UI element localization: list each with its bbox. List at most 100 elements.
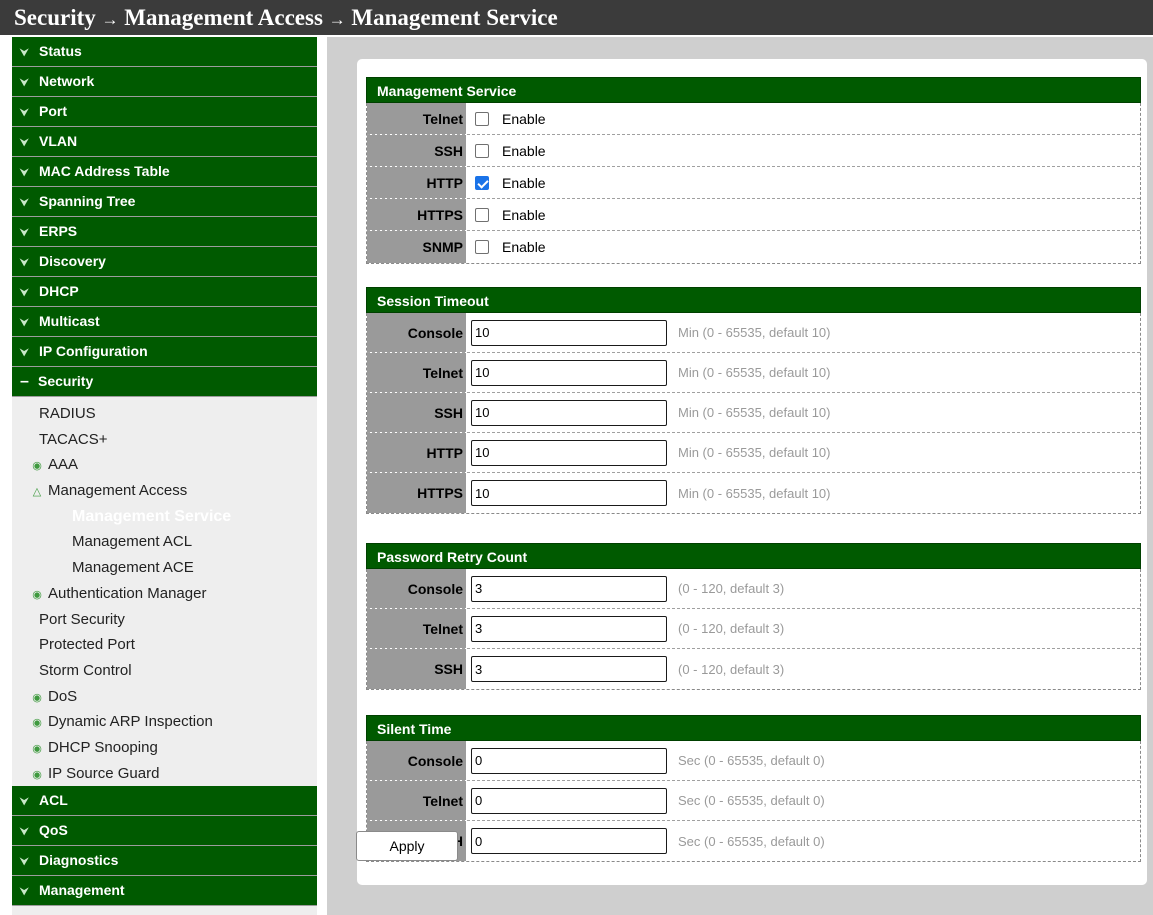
sidebar-subitem-authentication-manager[interactable]: ◉ Authentication Manager xyxy=(12,581,317,607)
row-label: Telnet xyxy=(367,353,466,392)
sidebar-subitem-radius[interactable]: RADIUS xyxy=(12,401,317,427)
password-retry-section: Password Retry Count Console (0 - 120, d… xyxy=(366,543,1141,690)
expand-circle-icon: ◉ xyxy=(32,691,42,704)
row-label: SSH xyxy=(367,393,466,432)
collapse-circle-icon: △ xyxy=(32,486,42,499)
sidebar-item-ip-configuration[interactable]: ⮟ IP Configuration xyxy=(12,337,317,367)
section-title: Password Retry Count xyxy=(366,543,1141,569)
sidebar-subitem-management-service[interactable]: Management Service xyxy=(12,504,317,530)
expand-circle-icon: ◉ xyxy=(32,460,42,473)
ssh-retry-row: SSH (0 - 120, default 3) xyxy=(367,649,1140,689)
breadcrumb-security[interactable]: Security xyxy=(14,5,96,30)
chevron-down-icon: ⮟ xyxy=(20,108,29,119)
sidebar-item-management[interactable]: ⮟ Management xyxy=(12,876,317,907)
sidebar-item-status[interactable]: ⮟ Status xyxy=(12,37,317,67)
checkbox-label: Enable xyxy=(502,206,546,223)
sidebar-subitem-aaa[interactable]: ◉ AAA xyxy=(12,452,317,478)
console-silent-input[interactable] xyxy=(471,747,667,774)
chevron-down-icon: ⮟ xyxy=(20,857,29,869)
telnet-enable-checkbox[interactable] xyxy=(475,111,489,126)
sidebar-item-spanning-tree[interactable]: ⮟ Spanning Tree xyxy=(12,187,317,217)
breadcrumb-management-access[interactable]: Management Access xyxy=(124,5,323,30)
expand-circle-icon: ◉ xyxy=(32,588,42,601)
console-timeout-row: Console Min (0 - 65535, default 10) xyxy=(367,313,1140,353)
breadcrumb-arrow-icon: → xyxy=(328,10,346,29)
sidebar-item-discovery[interactable]: ⮟ Discovery xyxy=(12,247,317,277)
chevron-down-icon: ⮟ xyxy=(20,78,29,89)
https-timeout-input[interactable] xyxy=(471,480,667,506)
console-timeout-input[interactable] xyxy=(471,319,667,346)
security-submenu: RADIUS TACACS+ ◉ AAA △ Management Access M… xyxy=(12,397,317,786)
settings-panel: Management Service Telnet Enable SSH Ena… xyxy=(357,59,1147,885)
ssh-service-row: SSH Enable xyxy=(367,135,1140,167)
range-hint: Min (0 - 65535, default 10) xyxy=(678,325,831,340)
chevron-down-icon: ⮟ xyxy=(20,827,29,839)
range-hint: Min (0 - 65535, default 10) xyxy=(678,365,831,380)
section-title: Silent Time xyxy=(366,715,1141,741)
row-label: Telnet xyxy=(367,781,466,820)
sidebar: ⮟ Status ⮟ Network ⮟ Port ⮟ VLAN ⮟ MAC Addres… xyxy=(12,37,317,915)
sidebar-subitem-dhcp-snooping[interactable]: ◉ DHCP Snooping xyxy=(12,735,317,761)
sidebar-subitem-management-acl[interactable]: Management ACL xyxy=(12,529,317,555)
https-enable-checkbox[interactable] xyxy=(475,207,489,222)
ssh-timeout-input[interactable] xyxy=(471,399,667,426)
row-label: SSH xyxy=(367,649,466,689)
row-label: SNMP xyxy=(367,231,466,263)
sidebar-item-vlan[interactable]: ⮟ VLAN xyxy=(12,127,317,157)
section-title: Management Service xyxy=(366,77,1141,103)
row-label: Console xyxy=(367,741,466,780)
chevron-down-icon: ⮟ xyxy=(20,48,29,59)
telnet-retry-input[interactable] xyxy=(471,615,667,642)
ssh-timeout-row: SSH Min (0 - 65535, default 10) xyxy=(367,393,1140,433)
snmp-enable-checkbox[interactable] xyxy=(475,240,489,254)
chevron-down-icon: ⮟ xyxy=(20,318,29,329)
http-timeout-input[interactable] xyxy=(471,439,667,466)
sidebar-subitem-port-security[interactable]: Port Security xyxy=(12,607,317,633)
chevron-down-icon: ⮟ xyxy=(20,198,29,209)
sidebar-subitem-protected-port[interactable]: Protected Port xyxy=(12,632,317,658)
row-label: Console xyxy=(367,313,466,352)
sidebar-item-port[interactable]: ⮟ Port xyxy=(12,97,317,127)
console-retry-input[interactable] xyxy=(471,575,667,602)
range-hint: (0 - 120, default 3) xyxy=(678,621,785,636)
sidebar-item-qos[interactable]: ⮟ QoS xyxy=(12,816,317,847)
session-timeout-section: Session Timeout Console Min (0 - 65535, … xyxy=(366,287,1141,514)
sidebar-item-dhcp[interactable]: ⮟ DHCP xyxy=(12,277,317,307)
apply-button[interactable]: Apply xyxy=(356,831,458,861)
ssh-silent-input[interactable] xyxy=(471,828,667,854)
sidebar-subitem-storm-control[interactable]: Storm Control xyxy=(12,658,317,684)
sidebar-subitem-ip-source-guard[interactable]: ◉ IP Source Guard xyxy=(12,761,317,787)
console-silent-row: Console Sec (0 - 65535, default 0) xyxy=(367,741,1140,781)
sidebar-item-mac-address-table[interactable]: ⮟ MAC Address Table xyxy=(12,157,317,187)
chevron-down-icon: ⮟ xyxy=(20,348,29,359)
sidebar-item-acl[interactable]: ⮟ ACL xyxy=(12,786,317,817)
chevron-down-icon: ⮟ xyxy=(20,797,29,809)
sidebar-item-network[interactable]: ⮟ Network xyxy=(12,67,317,97)
http-enable-checkbox[interactable] xyxy=(475,175,489,190)
range-hint: (0 - 120, default 3) xyxy=(678,581,785,596)
row-label: SSH xyxy=(367,135,466,166)
range-hint: Sec (0 - 65535, default 0) xyxy=(678,793,825,808)
sidebar-item-erps[interactable]: ⮟ ERPS xyxy=(12,217,317,247)
sidebar-subitem-tacacs[interactable]: TACACS+ xyxy=(12,427,317,453)
telnet-service-row: Telnet Enable xyxy=(367,103,1140,135)
sidebar-item-diagnostics[interactable]: ⮟ Diagnostics xyxy=(12,846,317,877)
range-hint: Sec (0 - 65535, default 0) xyxy=(678,833,825,849)
sidebar-item-multicast[interactable]: ⮟ Multicast xyxy=(12,307,317,337)
sidebar-item-security[interactable]: – Security xyxy=(12,367,317,397)
sidebar-subitem-dos[interactable]: ◉ DoS xyxy=(12,684,317,710)
row-label: HTTP xyxy=(367,433,466,472)
telnet-silent-input[interactable] xyxy=(471,787,667,814)
sidebar-subitem-management-access[interactable]: △ Management Access xyxy=(12,478,317,504)
http-timeout-row: HTTP Min (0 - 65535, default 10) xyxy=(367,433,1140,473)
sidebar-subitem-management-ace[interactable]: Management ACE xyxy=(12,555,317,581)
ssh-retry-input[interactable] xyxy=(471,656,667,682)
sidebar-subitem-dynamic-arp-inspection[interactable]: ◉ Dynamic ARP Inspection xyxy=(12,709,317,735)
telnet-timeout-input[interactable] xyxy=(471,359,667,386)
breadcrumb-arrow-icon: → xyxy=(101,10,119,29)
range-hint: (0 - 120, default 3) xyxy=(678,661,785,677)
range-hint: Min (0 - 65535, default 10) xyxy=(678,405,831,420)
ssh-enable-checkbox[interactable] xyxy=(475,143,489,158)
breadcrumb: Security → Management Access → Managemen… xyxy=(0,0,1153,35)
row-label: Console xyxy=(367,569,466,608)
